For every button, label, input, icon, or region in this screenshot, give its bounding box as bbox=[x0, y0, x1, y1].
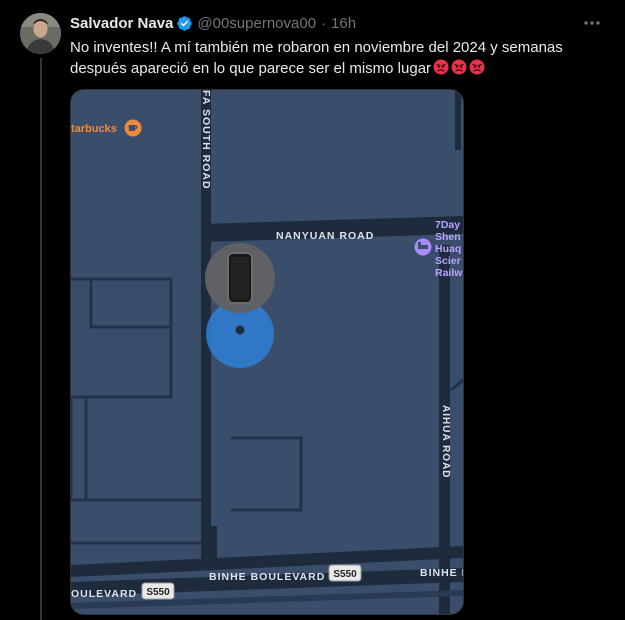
hotel-label-line: Scier bbox=[435, 255, 461, 267]
tweet-text: No inventes!! A mí también me robaron en… bbox=[70, 37, 600, 79]
road-label-boulevard: OULEVARD bbox=[71, 588, 137, 600]
road-label-nanyuan: NANYUAN ROAD bbox=[276, 230, 374, 242]
separator-dot: · bbox=[321, 14, 327, 32]
tweet-header: Salvador Nava @00supernova00 · 16h bbox=[70, 13, 356, 33]
poi-starbucks-label: tarbucks bbox=[71, 123, 117, 135]
verified-badge-icon bbox=[176, 15, 193, 32]
hotel-label-line: Railw bbox=[435, 267, 463, 279]
more-options-icon[interactable] bbox=[582, 14, 602, 32]
road-label-binhe-2: BINHE B bbox=[420, 567, 463, 579]
road-label-binhe: BINHE BOULEVARD bbox=[209, 571, 325, 583]
angry-face-icon bbox=[469, 59, 485, 75]
hotel-label-line: 7Day bbox=[435, 219, 460, 231]
angry-face-icon bbox=[451, 59, 467, 75]
hotel-label-line: Huaq bbox=[435, 243, 461, 255]
tweet-body: No inventes!! A mí también me robaron en… bbox=[70, 39, 563, 77]
map-image[interactable]: tarbucks FA SOUTH ROAD NANYUAN ROAD 7Day… bbox=[70, 89, 464, 615]
map-canvas: tarbucks FA SOUTH ROAD NANYUAN ROAD 7Day… bbox=[71, 90, 463, 614]
thread-line bbox=[40, 58, 42, 620]
avatar-image bbox=[20, 13, 61, 54]
angry-face-icon bbox=[433, 59, 449, 75]
poi-hotel-label: 7Day Shen Huaq Scier Railw bbox=[435, 219, 463, 279]
location-dot bbox=[235, 325, 245, 335]
road-label-fa-south: FA SOUTH ROAD bbox=[200, 90, 212, 190]
highway-shield-label: S550 bbox=[146, 587, 170, 598]
road-label-aihua: AIHUA ROAD bbox=[440, 405, 451, 479]
tweet-time[interactable]: 16h bbox=[331, 15, 356, 32]
author-name[interactable]: Salvador Nava bbox=[70, 15, 173, 32]
hotel-label-line: Shen bbox=[435, 231, 461, 243]
author-handle[interactable]: @00supernova00 bbox=[197, 15, 316, 32]
highway-shield-label: S550 bbox=[333, 569, 357, 580]
avatar[interactable] bbox=[20, 13, 61, 54]
